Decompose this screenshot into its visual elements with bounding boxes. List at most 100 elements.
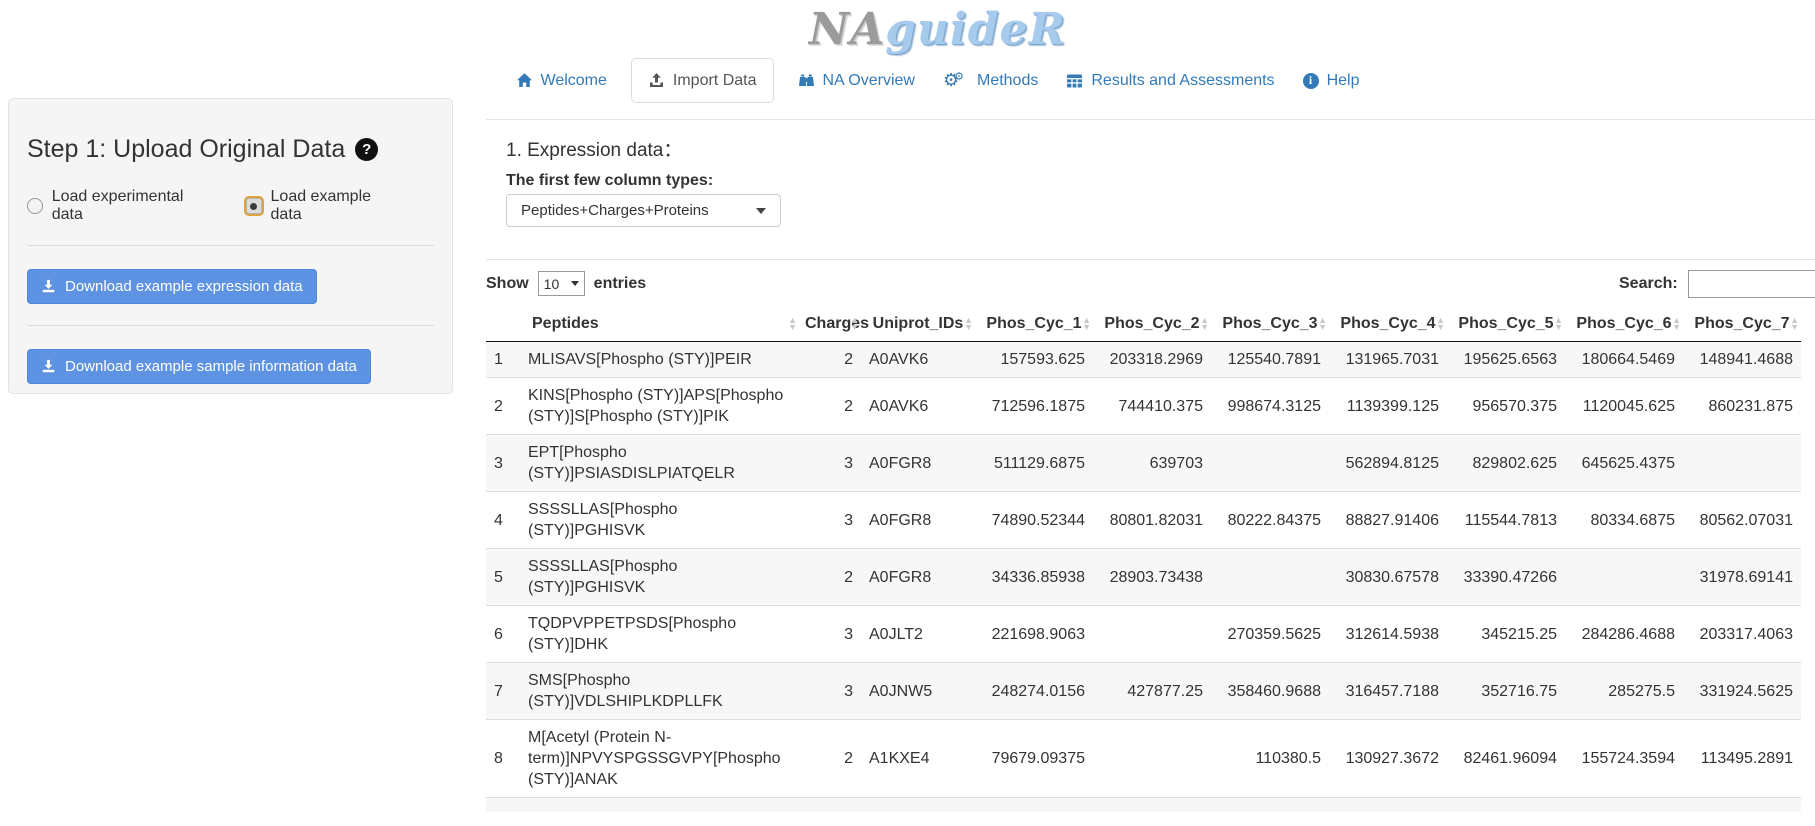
row-number-cell: 1 <box>486 342 520 378</box>
uniprot-cell: A1KXE4 <box>861 720 975 798</box>
download-expression-button[interactable]: Download example expression data <box>27 269 317 304</box>
row-number-cell: 4 <box>486 492 520 549</box>
sort-icon: ▲▼ <box>1082 317 1091 331</box>
value-cell <box>1211 435 1329 492</box>
sort-icon: ▲▼ <box>788 317 797 331</box>
value-cell: 221698.9063 <box>975 606 1093 663</box>
value-cell: 270359.5625 <box>1211 606 1329 663</box>
uniprot-cell: A0AVK6 <box>861 342 975 378</box>
radio-label: Load example data <box>271 188 404 224</box>
value-cell: 352716.75 <box>1447 663 1565 720</box>
table-length-control: Show 10 entries <box>486 271 646 296</box>
value-cell: 511129.6875 <box>975 435 1093 492</box>
value-cell: 1139399.125 <box>1329 378 1447 435</box>
table-row[interactable]: 6TQDPVPPETPSDS[Phospho (STY)]DHK3A0JLT22… <box>486 606 1801 663</box>
value-cell: 180664.5469 <box>1565 342 1683 378</box>
column-header-uniprot-ids[interactable]: Uniprot_IDs▲▼ <box>861 307 975 342</box>
table-row[interactable]: 5SSSSLLAS[Phospho (STY)]PGHISVK2A0FGR834… <box>486 549 1801 606</box>
value-cell: 744410.375 <box>1093 378 1211 435</box>
value-cell: 998674.3125 <box>1211 378 1329 435</box>
table-row-partial[interactable] <box>486 798 1801 813</box>
radio-load-experimental[interactable]: Load experimental data <box>27 188 216 224</box>
value-cell: 130927.3672 <box>1329 720 1447 798</box>
value-cell: 248274.0156 <box>975 663 1093 720</box>
column-header-phos-cyc-3[interactable]: Phos_Cyc_3▲▼ <box>1211 307 1329 342</box>
value-cell: 31978.69141 <box>1683 549 1801 606</box>
charge-cell: 3 <box>799 663 861 720</box>
radio-load-example[interactable]: Load example data <box>246 188 404 224</box>
table-row[interactable]: 3EPT[Phospho (STY)]PSIASDISLPIATQELR3A0F… <box>486 435 1801 492</box>
chevron-down-icon <box>571 281 579 286</box>
page-length-select[interactable]: 10 <box>538 271 585 296</box>
button-label: Download example expression data <box>65 278 303 295</box>
value-cell: 956570.375 <box>1447 378 1565 435</box>
peptide-cell: M[Acetyl (Protein N-term)]NPVYSPGSSGVPY[… <box>520 720 799 798</box>
charge-cell: 3 <box>799 606 861 663</box>
partial-cell <box>1093 798 1211 813</box>
column-header-phos-cyc-1[interactable]: Phos_Cyc_1▲▼ <box>975 307 1093 342</box>
partial-cell <box>861 798 975 813</box>
value-cell <box>1093 606 1211 663</box>
table-row[interactable]: 7SMS[Phospho (STY)]VDLSHIPLKDPLLFK3A0JNW… <box>486 663 1801 720</box>
uniprot-cell: A0AVK6 <box>861 378 975 435</box>
uniprot-cell: A0FGR8 <box>861 549 975 606</box>
column-header-phos-cyc-6[interactable]: Phos_Cyc_6▲▼ <box>1565 307 1683 342</box>
charge-cell: 2 <box>799 378 861 435</box>
download-icon <box>41 359 56 374</box>
table-row[interactable]: 2KINS[Phospho (STY)]APS[Phospho (STY)]S[… <box>486 378 1801 435</box>
sort-icon: ▲▼ <box>964 317 973 331</box>
search-input[interactable] <box>1688 270 1815 298</box>
partial-cell <box>1447 798 1565 813</box>
table-row[interactable]: 1MLISAVS[Phospho (STY)]PEIR2A0AVK6157593… <box>486 342 1801 378</box>
column-header-peptides[interactable]: Peptides▲▼ <box>520 307 799 342</box>
sort-icon: ▲▼ <box>1200 317 1209 331</box>
value-cell: 28903.73438 <box>1093 549 1211 606</box>
value-cell: 80222.84375 <box>1211 492 1329 549</box>
column-header-phos-cyc-7[interactable]: Phos_Cyc_7▲▼ <box>1683 307 1801 342</box>
peptide-cell: KINS[Phospho (STY)]APS[Phospho (STY)]S[P… <box>520 378 799 435</box>
value-cell: 155724.3594 <box>1565 720 1683 798</box>
table-header-row: Peptides▲▼ Charges▲▼ Uniprot_IDs▲▼ Phos_… <box>486 307 1801 342</box>
value-cell: 427877.25 <box>1093 663 1211 720</box>
download-sample-info-button[interactable]: Download example sample information data <box>27 349 371 384</box>
value-cell: 80334.6875 <box>1565 492 1683 549</box>
value-cell: 79679.09375 <box>975 720 1093 798</box>
charge-cell: 2 <box>799 342 861 378</box>
value-cell: 639703 <box>1093 435 1211 492</box>
panel-title: Step 1: Upload Original Data ? <box>27 135 434 164</box>
partial-cell <box>799 798 861 813</box>
row-number-cell: 6 <box>486 606 520 663</box>
panel-title-text: Step 1: Upload Original Data <box>27 135 345 164</box>
value-cell: 110380.5 <box>1211 720 1329 798</box>
row-number-cell: 7 <box>486 663 520 720</box>
button-label: Download example sample information data <box>65 358 357 375</box>
radio-unchecked-icon <box>27 198 43 214</box>
partial-cell <box>1211 798 1329 813</box>
value-cell: 34336.85938 <box>975 549 1093 606</box>
column-header-phos-cyc-2[interactable]: Phos_Cyc_2▲▼ <box>1093 307 1211 342</box>
peptide-cell: TQDPVPPETPSDS[Phospho (STY)]DHK <box>520 606 799 663</box>
column-header-phos-cyc-4[interactable]: Phos_Cyc_4▲▼ <box>1329 307 1447 342</box>
import-data-content: 1. Expression data： The first few column… <box>486 0 1815 826</box>
value-cell: 860231.875 <box>1683 378 1801 435</box>
search-label: Search: <box>1619 275 1678 293</box>
column-header-charges[interactable]: Charges▲▼ <box>799 307 861 342</box>
row-number-cell: 8 <box>486 720 520 798</box>
question-circle-icon[interactable]: ? <box>355 138 378 161</box>
sort-icon: ▲▼ <box>1672 317 1681 331</box>
partial-cell <box>486 798 520 813</box>
partial-cell <box>975 798 1093 813</box>
value-cell: 30830.67578 <box>1329 549 1447 606</box>
radio-checked-icon <box>246 198 262 214</box>
table-row[interactable]: 4SSSSLLAS[Phospho (STY)]PGHISVK3A0FGR874… <box>486 492 1801 549</box>
value-cell: 712596.1875 <box>975 378 1093 435</box>
download-icon <box>41 279 56 294</box>
row-number-cell: 5 <box>486 549 520 606</box>
value-cell: 157593.625 <box>975 342 1093 378</box>
divider <box>486 259 1815 260</box>
table-row[interactable]: 8M[Acetyl (Protein N-term)]NPVYSPGSSGVPY… <box>486 720 1801 798</box>
column-types-dropdown[interactable]: Peptides+Charges+Proteins <box>506 194 781 227</box>
column-header-phos-cyc-5[interactable]: Phos_Cyc_5▲▼ <box>1447 307 1565 342</box>
value-cell: 829802.625 <box>1447 435 1565 492</box>
naguider-app: NAguideR Welcome Import Data NA Overview… <box>0 0 1815 826</box>
